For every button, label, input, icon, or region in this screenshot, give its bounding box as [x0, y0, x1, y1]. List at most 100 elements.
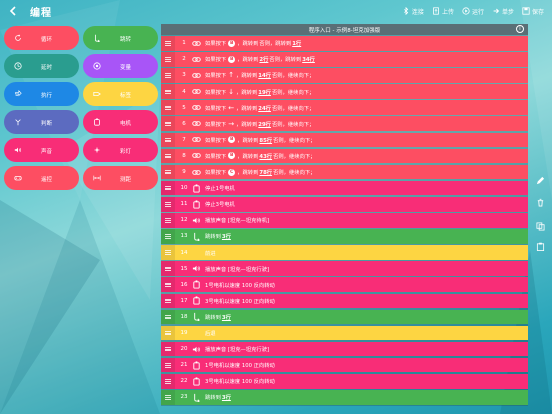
palette-jump-button[interactable]: 跳转 — [83, 26, 158, 50]
speaker-icon — [192, 216, 201, 225]
drag-handle[interactable] — [161, 309, 175, 325]
run-button[interactable]: 运行 — [462, 7, 484, 16]
row-number: 10 — [180, 185, 188, 192]
drag-handle[interactable] — [161, 164, 175, 180]
drag-handle[interactable] — [161, 325, 175, 341]
button-key-badge[interactable]: B — [228, 152, 236, 160]
program-row[interactable]: 4 如果按下 ↓ ，跳转到 19行 否则，继续向下； — [161, 84, 528, 99]
else-target-link[interactable]: 1行 — [292, 39, 301, 47]
palette-execute-button[interactable]: 执行 — [4, 82, 79, 106]
program-row[interactable]: 5 如果按下 ← ，跳转到 24行 否则，继续向下； — [161, 100, 528, 115]
copy-button[interactable] — [532, 222, 548, 231]
jump-target-link[interactable]: 24行 — [258, 104, 271, 112]
program-row[interactable]: 10 停止1号电机 — [161, 180, 528, 196]
drag-handle[interactable] — [161, 357, 175, 373]
palette-motor-button[interactable]: 电机 — [83, 110, 158, 134]
drag-handle[interactable] — [161, 373, 175, 389]
palette-remote-button[interactable]: 遥控 — [4, 166, 79, 190]
drag-handle[interactable] — [161, 84, 175, 99]
jump-target-link[interactable]: 19行 — [258, 88, 271, 96]
jump-target-link[interactable]: 78行 — [259, 168, 272, 176]
drag-handle[interactable] — [161, 68, 175, 83]
jump-target-link[interactable]: 3行 — [222, 313, 231, 321]
button-key-badge[interactable]: B — [228, 39, 236, 47]
row-prefix: 3号电机以速度 100 正向转动 — [205, 298, 275, 305]
program-row[interactable]: 1 如果按下 B ，跳转到 否则，跳转到 1行 — [161, 36, 528, 51]
program-row[interactable]: 20 播放声音 [坦克—坦克行驶] — [161, 341, 528, 357]
jump-target-link[interactable]: 85行 — [259, 136, 272, 144]
program-row[interactable]: 16 1号电机以速度 100 反向转动 — [161, 277, 528, 292]
paste-button[interactable] — [532, 242, 548, 251]
jump-target-link[interactable]: 3行 — [222, 232, 231, 240]
step-button[interactable]: 单步 — [492, 7, 514, 16]
palette-distance-button[interactable]: 测距 — [83, 166, 158, 190]
program-row[interactable]: 22 3号电机以速度 100 反向转动 — [161, 373, 528, 389]
drag-handle[interactable] — [161, 213, 175, 228]
drag-handle[interactable] — [161, 180, 175, 196]
drag-handle[interactable] — [161, 261, 175, 276]
jump-target-link[interactable]: 29行 — [258, 120, 271, 128]
drag-handle[interactable] — [161, 36, 175, 51]
program-row[interactable]: 23 跳转到 3行 — [161, 390, 528, 405]
program-row[interactable]: 13 跳转到 3行 — [161, 229, 528, 244]
drag-handle[interactable] — [161, 229, 175, 244]
drag-handle[interactable] — [161, 341, 175, 357]
button-key-badge[interactable]: B — [228, 136, 236, 144]
jump-target-link[interactable]: 3行 — [222, 393, 231, 401]
drag-handle[interactable] — [161, 116, 175, 132]
palette-label: 判断 — [41, 121, 53, 127]
direction-key-icon[interactable]: ↑ — [228, 71, 234, 79]
row-text: 停止1号电机 — [205, 184, 235, 192]
drag-handle[interactable] — [161, 277, 175, 292]
drag-handle[interactable] — [161, 293, 175, 309]
palette-variable-button[interactable]: 变量 — [83, 54, 158, 78]
program-row[interactable]: 6 如果按下 → ，跳转到 29行 否则，继续向下； — [161, 116, 528, 132]
else-target-link[interactable]: 34行 — [302, 55, 315, 63]
program-row[interactable]: 12 播放声音 [坦克—坦克待机] — [161, 213, 528, 228]
drag-handle[interactable] — [161, 148, 175, 164]
program-row[interactable]: 18 跳转到 3行 — [161, 309, 528, 325]
program-row[interactable]: 9 如果按下 C ，跳转到 78行 否则，继续向下； — [161, 164, 528, 180]
palette-sound-button[interactable]: 声音 — [4, 138, 79, 162]
jump-target-link[interactable]: 14行 — [258, 71, 271, 79]
edit-button[interactable] — [532, 176, 548, 185]
drag-handle[interactable] — [161, 100, 175, 115]
palette-delay-button[interactable]: 延时 — [4, 54, 79, 78]
palette-light-button[interactable]: 彩灯 — [83, 138, 158, 162]
program-row[interactable]: 8 如果按下 B ，跳转到 43行 否则，继续向下； — [161, 148, 528, 164]
back-button[interactable] — [6, 4, 20, 18]
drag-handle[interactable] — [161, 245, 175, 260]
direction-key-icon[interactable]: ↓ — [228, 88, 234, 96]
row-number: 16 — [180, 281, 188, 288]
program-row[interactable]: 19 后退 — [161, 325, 528, 341]
program-row[interactable]: 14 前进 — [161, 245, 528, 260]
drag-handle[interactable] — [161, 196, 175, 212]
direction-key-icon[interactable]: ← — [228, 104, 234, 112]
program-row[interactable]: 7 如果按下 B ，跳转到 85行 否则，继续向下； — [161, 132, 528, 148]
delete-button[interactable] — [532, 198, 548, 207]
jump-target-link[interactable]: 43行 — [259, 152, 272, 160]
button-key-badge[interactable]: B — [228, 55, 236, 63]
upload-button[interactable]: 上传 — [432, 7, 454, 16]
program-row[interactable]: 17 3号电机以速度 100 正向转动 — [161, 293, 528, 309]
palette-branch-button[interactable]: 判断 — [4, 110, 79, 134]
jump-icon — [192, 393, 201, 402]
program-row[interactable]: 3 如果按下 ↑ ，跳转到 14行 否则，继续向下； — [161, 68, 528, 83]
palette-label-button[interactable]: 标签 — [83, 82, 158, 106]
drag-handle[interactable] — [161, 52, 175, 67]
info-icon[interactable]: i — [516, 25, 524, 33]
program-row[interactable]: 11 停止3号电机 — [161, 196, 528, 212]
connect-button[interactable]: 连接 — [402, 7, 424, 16]
link-icon — [192, 103, 201, 112]
program-row[interactable]: 15 播放声音 [坦克—坦克行驶] — [161, 261, 528, 276]
program-row[interactable]: 2 如果按下 B ，跳转到 2行 否则，跳转到 34行 — [161, 52, 528, 67]
button-key-badge[interactable]: C — [228, 168, 236, 176]
direction-key-icon[interactable]: → — [228, 120, 234, 128]
drag-handle[interactable] — [161, 132, 175, 148]
program-row[interactable]: 21 1号电机以速度 100 正向转动 — [161, 357, 528, 373]
palette-loop-button[interactable]: 循环 — [4, 26, 79, 50]
row-suffix: 否则，跳转到 — [259, 41, 292, 48]
save-button[interactable]: 保存 — [522, 7, 544, 16]
jump-target-link[interactable]: 2行 — [259, 55, 268, 63]
drag-handle[interactable] — [161, 390, 175, 405]
